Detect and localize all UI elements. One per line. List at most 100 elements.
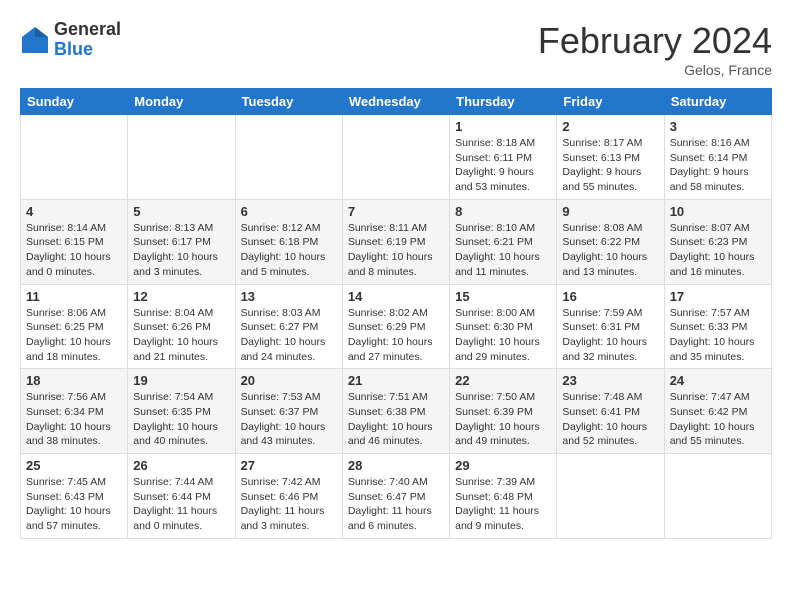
day-info: Sunrise: 8:13 AM Sunset: 6:17 PM Dayligh… — [133, 221, 229, 280]
day-number: 29 — [455, 458, 551, 473]
week-row-4: 18 Sunrise: 7:56 AM Sunset: 6:34 PM Dayli… — [21, 369, 772, 454]
calendar-cell: 2 Sunrise: 8:17 AM Sunset: 6:13 PM Daylig… — [557, 115, 664, 200]
calendar-cell: 6 Sunrise: 8:12 AM Sunset: 6:18 PM Daylig… — [235, 199, 342, 284]
day-info: Sunrise: 7:51 AM Sunset: 6:38 PM Dayligh… — [348, 390, 444, 449]
day-number: 20 — [241, 373, 337, 388]
day-number: 8 — [455, 204, 551, 219]
calendar-cell: 19 Sunrise: 7:54 AM Sunset: 6:35 PM Dayli… — [128, 369, 235, 454]
column-header-sunday: Sunday — [21, 89, 128, 115]
calendar-cell: 9 Sunrise: 8:08 AM Sunset: 6:22 PM Daylig… — [557, 199, 664, 284]
calendar-cell — [235, 115, 342, 200]
day-number: 14 — [348, 289, 444, 304]
calendar-cell: 7Sunrise: 8:11 AM Sunset: 6:19 PM Daylig… — [342, 199, 449, 284]
day-info: Sunrise: 8:10 AM Sunset: 6:21 PM Dayligh… — [455, 221, 551, 280]
logo-text: General Blue — [54, 20, 121, 60]
day-info: Sunrise: 7:54 AM Sunset: 6:35 PM Dayligh… — [133, 390, 229, 449]
day-number: 5 — [133, 204, 229, 219]
calendar-cell: 10 Sunrise: 8:07 AM Sunset: 6:23 PM Dayli… — [664, 199, 771, 284]
day-info: Sunrise: 8:00 AM Sunset: 6:30 PM Dayligh… — [455, 306, 551, 365]
day-number: 27 — [241, 458, 337, 473]
day-number: 3 — [670, 119, 766, 134]
day-info: Sunrise: 7:45 AM Sunset: 6:43 PM Dayligh… — [26, 475, 122, 534]
calendar-header-row: SundayMondayTuesdayWednesdayThursdayFrid… — [21, 89, 772, 115]
day-info: Sunrise: 8:12 AM Sunset: 6:18 PM Dayligh… — [241, 221, 337, 280]
day-info: Sunrise: 8:14 AM Sunset: 6:15 PM Dayligh… — [26, 221, 122, 280]
calendar-cell — [664, 454, 771, 539]
day-info: Sunrise: 7:40 AM Sunset: 6:47 PM Dayligh… — [348, 475, 444, 534]
day-info: Sunrise: 7:44 AM Sunset: 6:44 PM Dayligh… — [133, 475, 229, 534]
calendar-cell: 25 Sunrise: 7:45 AM Sunset: 6:43 PM Dayli… — [21, 454, 128, 539]
day-info: Sunrise: 7:59 AM Sunset: 6:31 PM Dayligh… — [562, 306, 658, 365]
calendar-cell: 8 Sunrise: 8:10 AM Sunset: 6:21 PM Daylig… — [450, 199, 557, 284]
day-info: Sunrise: 8:18 AM Sunset: 6:11 PM Dayligh… — [455, 136, 551, 195]
calendar-cell — [342, 115, 449, 200]
day-number: 13 — [241, 289, 337, 304]
calendar-table: SundayMondayTuesdayWednesdayThursdayFrid… — [20, 88, 772, 539]
logo-blue: Blue — [54, 40, 121, 60]
day-number: 18 — [26, 373, 122, 388]
calendar-cell: 14Sunrise: 8:02 AM Sunset: 6:29 PM Dayli… — [342, 284, 449, 369]
day-info: Sunrise: 7:56 AM Sunset: 6:34 PM Dayligh… — [26, 390, 122, 449]
location: Gelos, France — [538, 62, 772, 78]
calendar-cell: 13 Sunrise: 8:03 AM Sunset: 6:27 PM Dayli… — [235, 284, 342, 369]
calendar-cell: 20 Sunrise: 7:53 AM Sunset: 6:37 PM Dayli… — [235, 369, 342, 454]
day-info: Sunrise: 8:07 AM Sunset: 6:23 PM Dayligh… — [670, 221, 766, 280]
calendar-cell: 23Sunrise: 7:48 AM Sunset: 6:41 PM Dayli… — [557, 369, 664, 454]
day-number: 15 — [455, 289, 551, 304]
day-number: 10 — [670, 204, 766, 219]
calendar-cell — [557, 454, 664, 539]
day-info: Sunrise: 8:04 AM Sunset: 6:26 PM Dayligh… — [133, 306, 229, 365]
day-info: Sunrise: 8:17 AM Sunset: 6:13 PM Dayligh… — [562, 136, 658, 195]
logo-icon — [20, 25, 50, 55]
day-info: Sunrise: 8:03 AM Sunset: 6:27 PM Dayligh… — [241, 306, 337, 365]
day-number: 4 — [26, 204, 122, 219]
logo-general: General — [54, 20, 121, 40]
calendar-cell: 27 Sunrise: 7:42 AM Sunset: 6:46 PM Dayli… — [235, 454, 342, 539]
day-number: 19 — [133, 373, 229, 388]
week-row-3: 11Sunrise: 8:06 AM Sunset: 6:25 PM Dayli… — [21, 284, 772, 369]
column-header-thursday: Thursday — [450, 89, 557, 115]
calendar-cell: 17Sunrise: 7:57 AM Sunset: 6:33 PM Dayli… — [664, 284, 771, 369]
day-info: Sunrise: 8:08 AM Sunset: 6:22 PM Dayligh… — [562, 221, 658, 280]
calendar-cell: 16Sunrise: 7:59 AM Sunset: 6:31 PM Dayli… — [557, 284, 664, 369]
week-row-2: 4 Sunrise: 8:14 AM Sunset: 6:15 PM Daylig… — [21, 199, 772, 284]
day-number: 2 — [562, 119, 658, 134]
day-info: Sunrise: 8:11 AM Sunset: 6:19 PM Dayligh… — [348, 221, 444, 280]
day-info: Sunrise: 7:53 AM Sunset: 6:37 PM Dayligh… — [241, 390, 337, 449]
day-info: Sunrise: 8:06 AM Sunset: 6:25 PM Dayligh… — [26, 306, 122, 365]
calendar-cell: 24 Sunrise: 7:47 AM Sunset: 6:42 PM Dayli… — [664, 369, 771, 454]
week-row-5: 25 Sunrise: 7:45 AM Sunset: 6:43 PM Dayli… — [21, 454, 772, 539]
day-number: 26 — [133, 458, 229, 473]
column-header-saturday: Saturday — [664, 89, 771, 115]
column-header-friday: Friday — [557, 89, 664, 115]
calendar-cell: 18 Sunrise: 7:56 AM Sunset: 6:34 PM Dayli… — [21, 369, 128, 454]
calendar-cell: 4 Sunrise: 8:14 AM Sunset: 6:15 PM Daylig… — [21, 199, 128, 284]
day-number: 12 — [133, 289, 229, 304]
day-number: 24 — [670, 373, 766, 388]
column-header-monday: Monday — [128, 89, 235, 115]
page-header: General Blue February 2024 Gelos, France — [20, 20, 772, 78]
calendar-cell: 11Sunrise: 8:06 AM Sunset: 6:25 PM Dayli… — [21, 284, 128, 369]
calendar-cell — [128, 115, 235, 200]
day-info: Sunrise: 7:42 AM Sunset: 6:46 PM Dayligh… — [241, 475, 337, 534]
calendar-cell: 26 Sunrise: 7:44 AM Sunset: 6:44 PM Dayli… — [128, 454, 235, 539]
day-number: 17 — [670, 289, 766, 304]
day-info: Sunrise: 7:47 AM Sunset: 6:42 PM Dayligh… — [670, 390, 766, 449]
calendar-cell — [21, 115, 128, 200]
day-info: Sunrise: 7:48 AM Sunset: 6:41 PM Dayligh… — [562, 390, 658, 449]
day-number: 25 — [26, 458, 122, 473]
logo: General Blue — [20, 20, 121, 60]
column-header-tuesday: Tuesday — [235, 89, 342, 115]
day-number: 6 — [241, 204, 337, 219]
day-info: Sunrise: 7:39 AM Sunset: 6:48 PM Dayligh… — [455, 475, 551, 534]
calendar-cell: 29 Sunrise: 7:39 AM Sunset: 6:48 PM Dayli… — [450, 454, 557, 539]
week-row-1: 1 Sunrise: 8:18 AM Sunset: 6:11 PM Daylig… — [21, 115, 772, 200]
day-number: 21 — [348, 373, 444, 388]
day-number: 28 — [348, 458, 444, 473]
calendar-cell: 22Sunrise: 7:50 AM Sunset: 6:39 PM Dayli… — [450, 369, 557, 454]
calendar-cell: 15 Sunrise: 8:00 AM Sunset: 6:30 PM Dayli… — [450, 284, 557, 369]
calendar-cell: 21 Sunrise: 7:51 AM Sunset: 6:38 PM Dayli… — [342, 369, 449, 454]
calendar-cell: 5 Sunrise: 8:13 AM Sunset: 6:17 PM Daylig… — [128, 199, 235, 284]
day-number: 1 — [455, 119, 551, 134]
day-number: 9 — [562, 204, 658, 219]
